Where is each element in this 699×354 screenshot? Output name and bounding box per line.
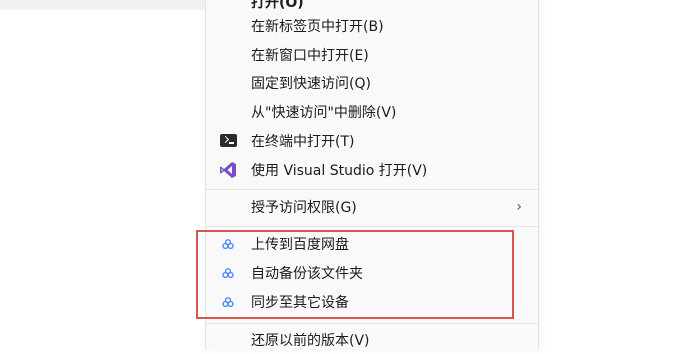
menu-separator <box>206 226 538 227</box>
menu-item-remove-quick-access[interactable]: 从"快速访问"中删除(V) <box>206 97 538 126</box>
menu-item-pin-quick-access[interactable]: 固定到快速访问(Q) <box>206 68 538 97</box>
explorer-background <box>0 0 205 350</box>
terminal-icon <box>219 132 237 150</box>
menu-item-label: 使用 Visual Studio 打开(V) <box>251 162 428 179</box>
menu-item-label: 在新窗口中打开(E) <box>251 47 369 64</box>
menu-item-label: 还原以前的版本(V) <box>251 332 370 349</box>
menu-item-label: 打开(O) <box>251 0 304 11</box>
highlight-box <box>196 230 514 319</box>
menu-separator <box>206 323 538 324</box>
menu-item-label: 在新标签页中打开(B) <box>251 18 384 35</box>
menu-item-open-visual-studio[interactable]: 使用 Visual Studio 打开(V) <box>206 155 538 184</box>
menu-item-grant-access[interactable]: 授予访问权限(G) › <box>206 192 538 221</box>
menu-item-label: 在终端中打开(T) <box>251 133 355 150</box>
visual-studio-icon <box>219 161 237 179</box>
explorer-header-strip <box>0 0 205 10</box>
chevron-right-icon: › <box>516 198 522 215</box>
menu-item-label: 从"快速访问"中删除(V) <box>251 104 397 121</box>
menu-separator <box>206 189 538 190</box>
menu-item-open-terminal[interactable]: 在终端中打开(T) <box>206 126 538 155</box>
menu-item-open-new-window[interactable]: 在新窗口中打开(E) <box>206 40 538 69</box>
menu-item-label: 授予访问权限(G) <box>251 199 357 216</box>
menu-item-label: 固定到快速访问(Q) <box>251 75 371 92</box>
menu-item-open-new-tab[interactable]: 在新标签页中打开(B) <box>206 11 538 40</box>
